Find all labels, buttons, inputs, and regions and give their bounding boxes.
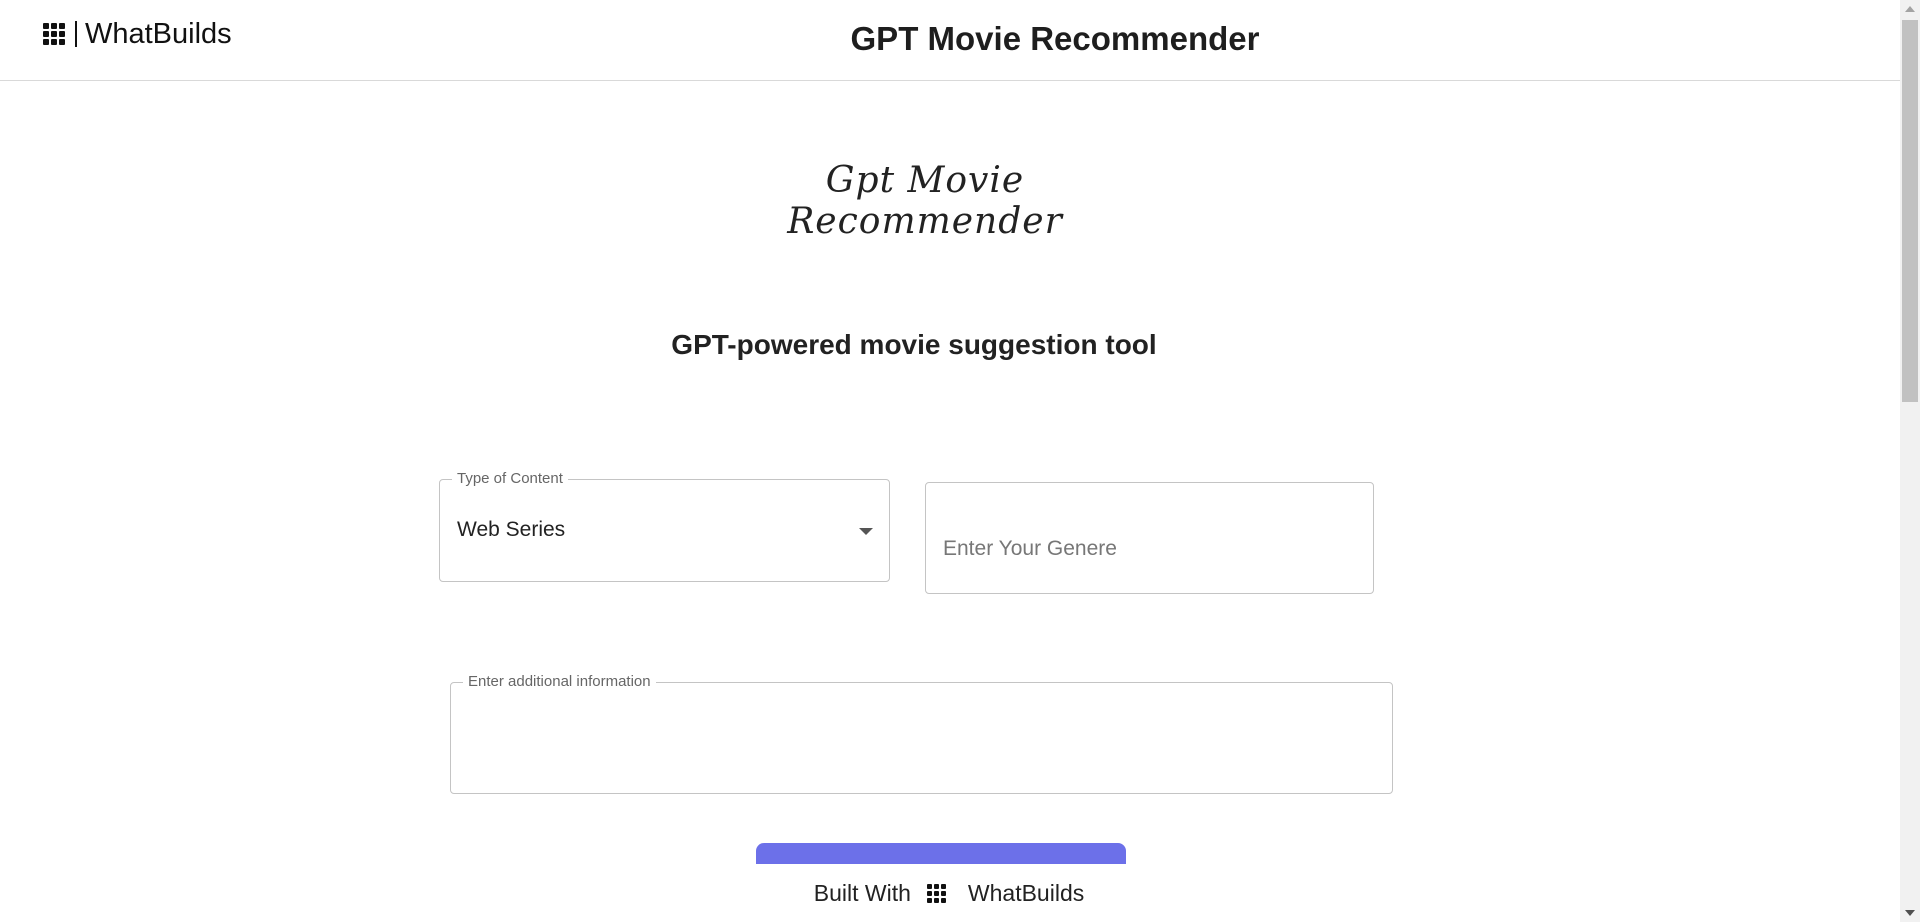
hero-title-line-2: Recommender <box>787 201 1063 242</box>
additional-info-field[interactable]: Enter additional information <box>450 673 1393 794</box>
footer: Built With WhatBuilds <box>0 864 1900 922</box>
genre-input[interactable] <box>926 483 1373 593</box>
vertical-scrollbar[interactable] <box>1900 0 1920 922</box>
content-type-label: Type of Content <box>452 470 568 488</box>
footer-brand: WhatBuilds <box>967 879 1085 906</box>
content-type-select[interactable]: Type of Content Web Series <box>439 470 890 582</box>
top-header: WhatBuilds GPT Movie Recommender <box>0 0 1900 81</box>
hero-title-line-1: Gpt Movie <box>825 160 1025 201</box>
page-title: GPT Movie Recommender <box>850 20 1260 57</box>
dropdown-arrow-icon <box>859 528 873 535</box>
genre-field[interactable] <box>925 482 1374 594</box>
content-type-value: Web Series <box>457 518 566 541</box>
scroll-down-arrow-icon[interactable] <box>1905 910 1915 916</box>
page-subtitle: GPT-powered movie suggestion tool <box>671 329 1157 360</box>
scrollbar-thumb[interactable] <box>1902 20 1918 402</box>
footer-prefix: Built With <box>813 879 911 906</box>
hero-logo-title: Gpt Movie Recommender <box>0 160 1850 242</box>
grid-logo-icon <box>926 883 946 903</box>
built-with-badge[interactable]: Built With WhatBuilds <box>814 880 1084 907</box>
additional-info-input[interactable] <box>451 683 1392 793</box>
scroll-up-arrow-icon[interactable] <box>1905 6 1915 12</box>
